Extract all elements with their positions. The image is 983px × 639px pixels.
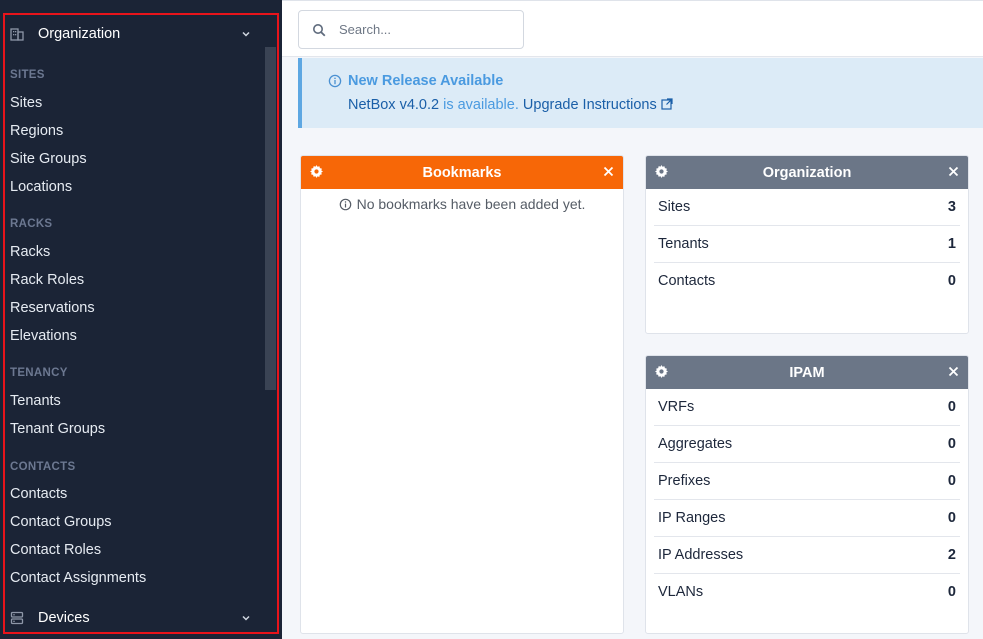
bookmarks-card-header: Bookmarks xyxy=(301,156,623,189)
highlight-outline xyxy=(3,13,279,634)
alert-version: NetBox v4.0.2 xyxy=(348,97,440,113)
sidebar-item-locations[interactable]: Locations xyxy=(10,179,72,195)
alert-body: NetBox v4.0.2 is available. Upgrade Inst… xyxy=(348,97,673,113)
close-icon[interactable] xyxy=(603,165,614,177)
search-icon xyxy=(312,23,326,37)
section-label-tenancy: TENANCY xyxy=(10,367,68,379)
sidebar-item-rack-roles[interactable]: Rack Roles xyxy=(10,272,84,288)
organization-card: Organization Sites 3 Tenants 1 Contacts … xyxy=(645,155,969,334)
search-input[interactable] xyxy=(339,22,509,37)
bookmarks-empty-message: No bookmarks have been added yet. xyxy=(301,196,623,212)
ipam-card-header: IPAM xyxy=(646,356,968,389)
close-icon[interactable] xyxy=(948,165,959,177)
org-row-tenants[interactable]: Tenants 1 xyxy=(654,226,960,263)
sidebar-item-contact-groups[interactable]: Contact Groups xyxy=(10,514,112,530)
section-label-sites: SITES xyxy=(10,69,45,81)
organization-card-title: Organization xyxy=(762,164,852,181)
menu-organization[interactable]: Organization xyxy=(10,22,258,46)
sidebar-item-reservations[interactable]: Reservations xyxy=(10,300,95,316)
sidebar-item-regions[interactable]: Regions xyxy=(10,123,63,139)
sidebar-item-tenants[interactable]: Tenants xyxy=(10,393,61,409)
menu-devices-label: Devices xyxy=(38,610,90,626)
ipam-row-ip-ranges[interactable]: IP Ranges 0 xyxy=(654,500,960,537)
menu-organization-label: Organization xyxy=(38,26,121,42)
chevron-down-icon xyxy=(240,612,252,624)
alert-available-text: is available. xyxy=(439,97,523,113)
sidebar-item-sites[interactable]: Sites xyxy=(10,95,42,111)
bookmarks-card-title: Bookmarks xyxy=(422,164,502,181)
sidebar-item-contact-roles[interactable]: Contact Roles xyxy=(10,542,101,558)
search-box[interactable] xyxy=(298,10,524,49)
sidebar-scrollbar[interactable] xyxy=(265,47,276,390)
sidebar-item-site-groups[interactable]: Site Groups xyxy=(10,151,87,167)
ipam-row-vlans[interactable]: VLANs 0 xyxy=(654,574,960,611)
alert-title: New Release Available xyxy=(348,73,504,89)
external-link-icon xyxy=(661,98,673,110)
sidebar-item-contacts[interactable]: Contacts xyxy=(10,486,67,502)
sidebar-item-contact-assignments[interactable]: Contact Assignments xyxy=(10,570,146,586)
sidebar-item-tenant-groups[interactable]: Tenant Groups xyxy=(10,421,105,437)
chevron-down-icon xyxy=(240,28,252,40)
bookmarks-card: Bookmarks No bookmarks have been added y… xyxy=(300,155,624,634)
gear-icon[interactable] xyxy=(310,165,323,178)
info-icon xyxy=(339,198,352,211)
org-row-sites[interactable]: Sites 3 xyxy=(654,189,960,226)
sidebar-item-elevations[interactable]: Elevations xyxy=(10,328,77,344)
server-icon xyxy=(10,611,24,625)
sidebar: Organization SITES Sites Regions Site Gr… xyxy=(0,0,282,639)
section-label-racks: RACKS xyxy=(10,218,53,230)
org-row-contacts[interactable]: Contacts 0 xyxy=(654,263,960,300)
ipam-row-prefixes[interactable]: Prefixes 0 xyxy=(654,463,960,500)
ipam-row-vrfs[interactable]: VRFs 0 xyxy=(654,389,960,426)
ipam-card-title: IPAM xyxy=(789,364,825,381)
sidebar-item-racks[interactable]: Racks xyxy=(10,244,50,260)
upgrade-instructions-link[interactable]: Upgrade Instructions xyxy=(523,97,673,113)
ipam-row-ip-addresses[interactable]: IP Addresses 2 xyxy=(654,537,960,574)
ipam-card: IPAM VRFs 0 Aggregates 0 Prefixes 0 IP R… xyxy=(645,355,969,634)
section-label-contacts: CONTACTS xyxy=(10,461,76,473)
top-bar xyxy=(282,0,983,57)
info-icon xyxy=(328,74,342,88)
organization-card-header: Organization xyxy=(646,156,968,189)
menu-devices[interactable]: Devices xyxy=(10,606,258,630)
gear-icon[interactable] xyxy=(655,165,668,178)
building-icon xyxy=(10,27,24,41)
gear-icon[interactable] xyxy=(655,365,668,378)
ipam-row-aggregates[interactable]: Aggregates 0 xyxy=(654,426,960,463)
release-alert: New Release Available NetBox v4.0.2 is a… xyxy=(298,58,983,128)
close-icon[interactable] xyxy=(948,365,959,377)
